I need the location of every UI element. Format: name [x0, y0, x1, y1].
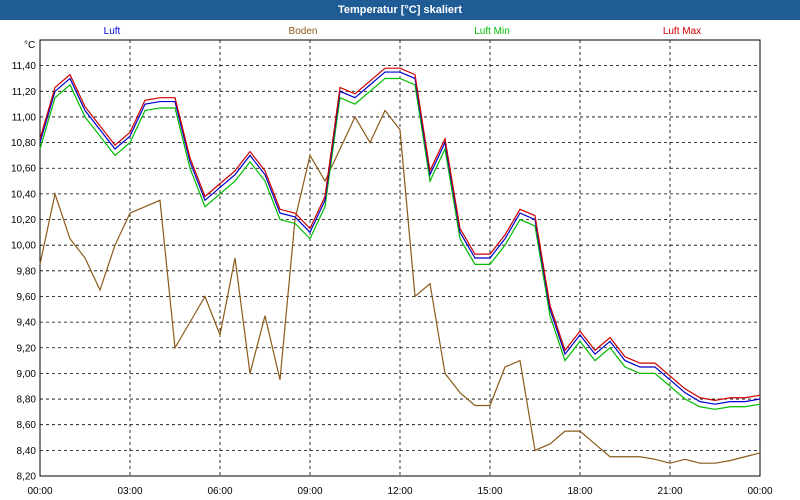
y-tick-label: 11,20 — [12, 87, 37, 98]
y-tick-label: 10,00 — [11, 241, 36, 252]
y-tick-label: 10,40 — [11, 189, 36, 200]
x-tick-time: 06:00 — [207, 486, 232, 497]
temperature-chart: 8,20 8,40 8,60 8,80 9,00 9,20 9,40 9,60 9,80 10,0… — [11, 26, 773, 497]
x-tick-time: 18:00 — [567, 486, 592, 497]
y-tick-label: 9,40 — [17, 318, 37, 329]
y-tick-label: 10,80 — [11, 138, 36, 149]
legend: Luft Boden Luft Min Luft Max — [104, 26, 702, 37]
x-tick-time: 12:00 — [387, 486, 412, 497]
y-tick-label: 8,20 — [17, 472, 37, 483]
legend-entry: Luft Max — [663, 26, 701, 37]
y-tick-label: 11,00 — [12, 112, 37, 123]
y-tick-label: 11,40 — [12, 61, 37, 72]
x-tick-time: 21:00 — [657, 486, 682, 497]
y-axis-ticks: 8,20 8,40 8,60 8,80 9,00 9,20 9,40 9,60 9,80 10,0… — [11, 61, 36, 482]
y-axis-label: °C — [24, 40, 35, 51]
y-tick-label: 9,20 — [17, 343, 37, 354]
y-tick-label: 9,80 — [17, 266, 37, 277]
y-tick-label: 9,00 — [17, 369, 37, 380]
x-tick-time: 03:00 — [117, 486, 142, 497]
chart-title: Temperatur [°C] skaliert — [0, 0, 800, 20]
legend-entry: Boden — [289, 26, 318, 37]
y-tick-label: 10,20 — [11, 215, 36, 226]
x-tick-time: 09:00 — [297, 486, 322, 497]
x-tick-time: 15:00 — [477, 486, 502, 497]
x-tick-time: 00:00 — [27, 486, 52, 497]
y-tick-label: 8,60 — [17, 420, 37, 431]
y-tick-label: 8,40 — [17, 446, 37, 457]
y-tick-label: 8,80 — [17, 395, 37, 406]
y-tick-label: 9,60 — [17, 292, 37, 303]
x-axis-ticks: 00:0028.11.1903:0028.11.1906:0028.11.190… — [27, 486, 772, 497]
legend-entry: Luft Min — [474, 26, 510, 37]
legend-entry: Luft — [104, 26, 121, 37]
x-tick-time: 00:00 — [747, 486, 772, 497]
y-tick-label: 10,60 — [11, 164, 36, 175]
